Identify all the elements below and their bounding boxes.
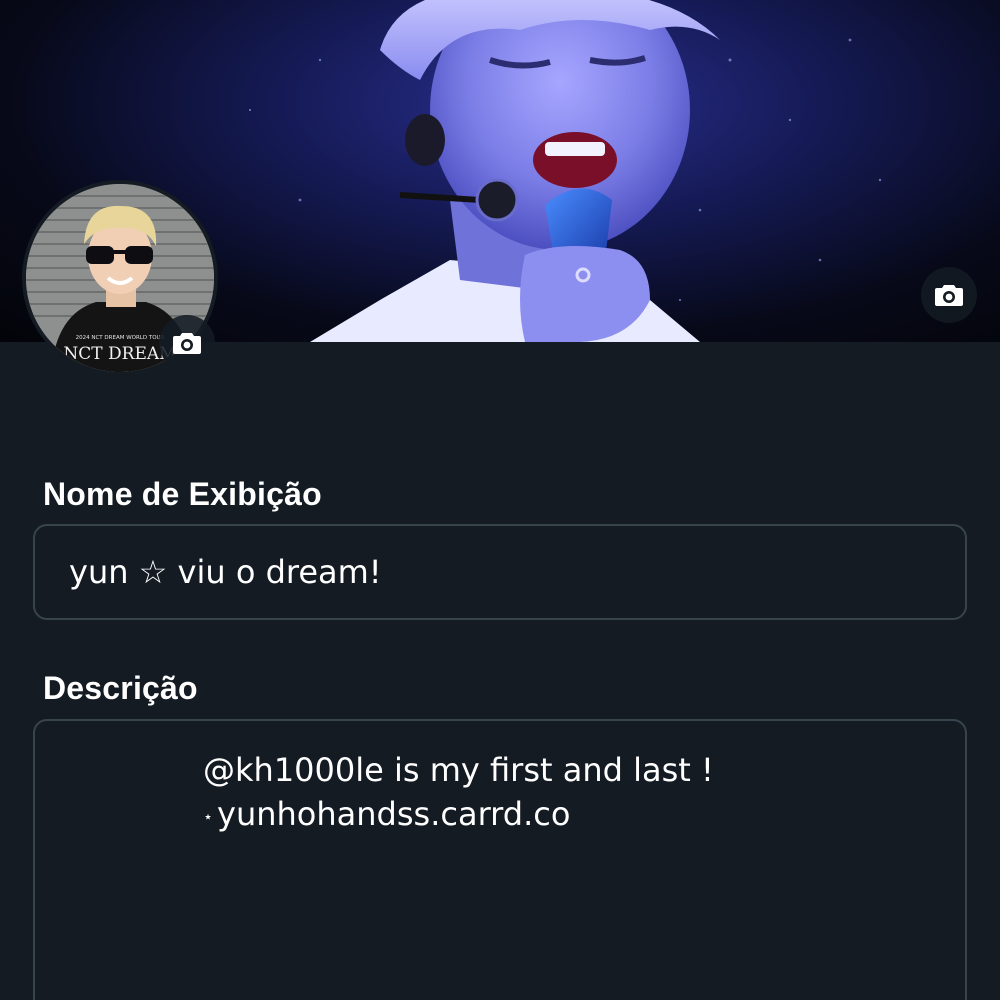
star-icon: ⋆: [203, 806, 214, 826]
description-link: yunhohandss.carrd.co: [217, 795, 571, 833]
camera-icon: [173, 333, 201, 354]
display-name-label: Nome de Exibição: [43, 476, 322, 512]
banner-camera-button[interactable]: [921, 267, 977, 323]
shirt-subtext: 2024 NCT DREAM WORLD TOUR: [76, 335, 165, 341]
description-textarea[interactable]: @kh1000le is my first and last ! ⋆ yunhoh…: [33, 719, 967, 1000]
avatar-camera-button[interactable]: [159, 315, 215, 371]
description-line-1: @kh1000le is my first and last !: [203, 751, 714, 789]
camera-icon: [935, 285, 963, 306]
display-name-input[interactable]: [33, 524, 967, 620]
description-label: Descrição: [43, 670, 198, 706]
edit-profile-page: 2024 NCT DREAM WORLD TOUR NCT DREAM Nome…: [0, 0, 1000, 1000]
description-line-2: ⋆ yunhohandss.carrd.co: [203, 795, 570, 833]
